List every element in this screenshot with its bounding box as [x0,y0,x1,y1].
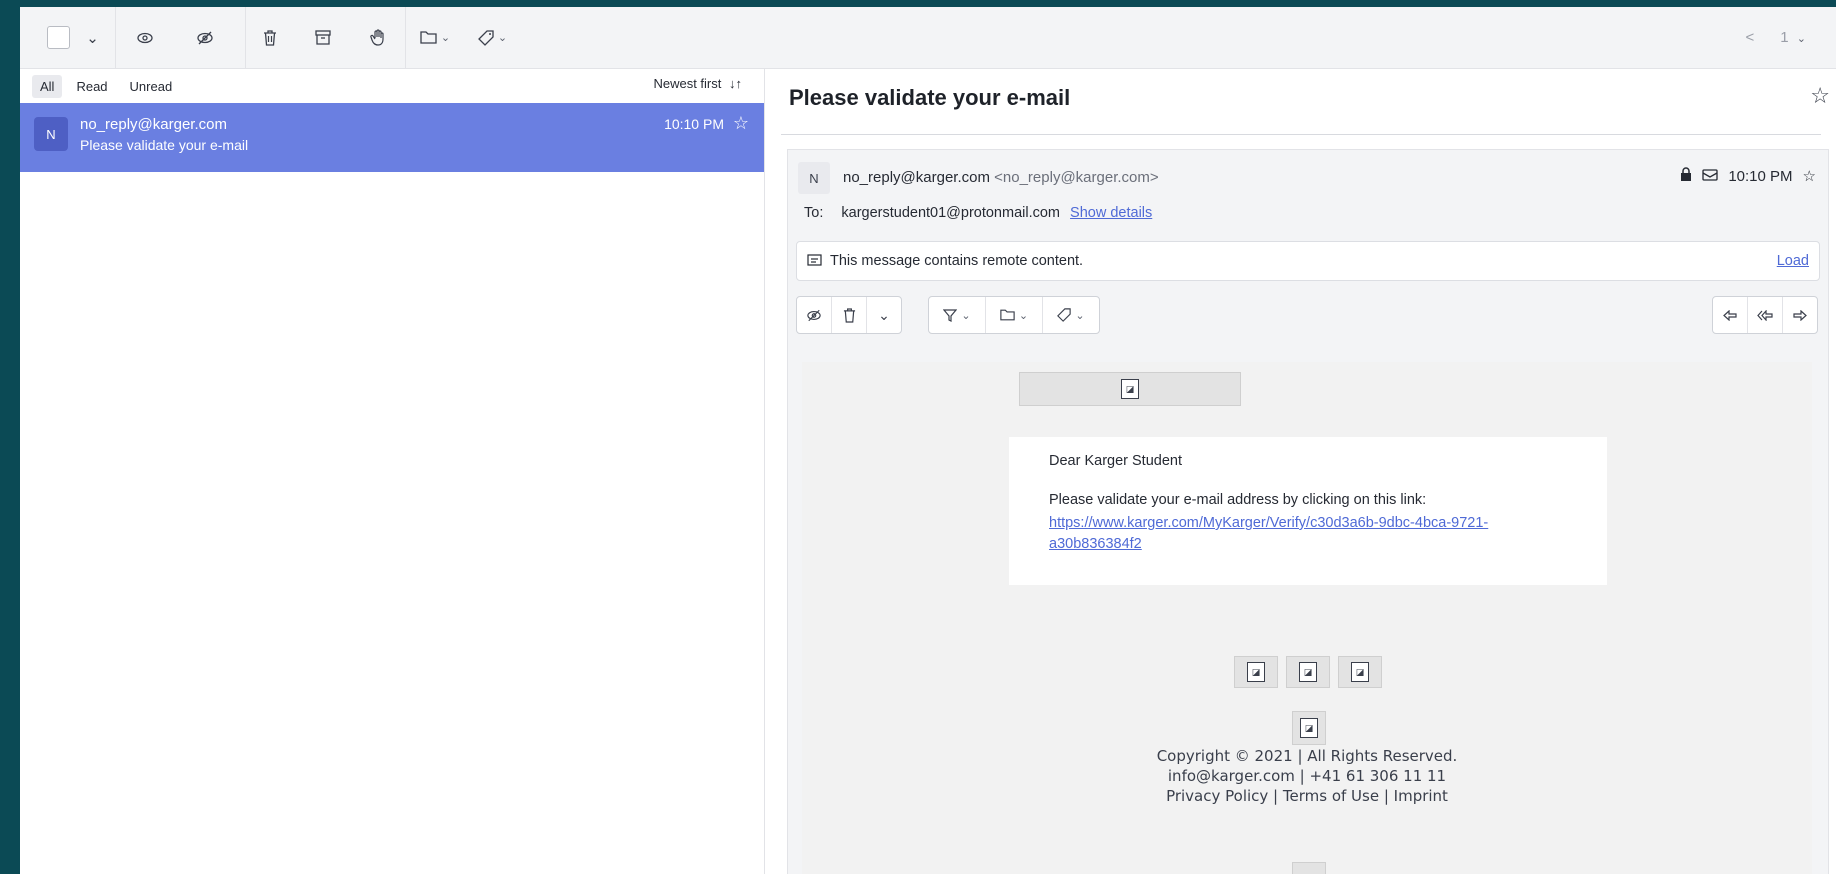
move-group [245,7,406,68]
envelope-icon [1702,168,1718,185]
to-label: To: [804,205,824,221]
avatar[interactable]: N [34,117,68,151]
header-image-placeholder: ◪ [1019,372,1241,406]
action-group-read: ⌄ [796,296,902,334]
trash-icon[interactable] [245,7,295,68]
verify-link[interactable]: https://www.karger.com/MyKarger/Verify/c… [1049,513,1549,555]
previous-page-icon[interactable]: < [1746,29,1755,46]
recipient-line: To: kargerstudent01@protonmail.com Show … [804,205,1152,221]
list-filters: All Read Unread [20,69,764,103]
filter-all[interactable]: All [32,74,63,98]
item-sender: no_reply@karger.com [80,116,227,133]
chevron-down-icon[interactable]: ⌄ [76,7,109,68]
message-body: ◪ Dear Karger Student Please validate yo… [802,362,1812,874]
show-details-link[interactable]: Show details [1070,205,1152,221]
message-subject: Please validate your e-mail [789,85,1071,110]
trash-icon[interactable] [832,297,867,333]
broken-image-icon: ◪ [1292,711,1326,745]
message-list-pane: All Read Unread Newest first ↓↑ N no_rep… [20,69,765,874]
sender-line[interactable]: no_reply@karger.com <no_reply@karger.com… [843,169,1159,186]
chevron-down-icon[interactable]: ⌄ [867,297,901,333]
star-icon[interactable]: ☆ [733,113,749,134]
pagination: < 1 ⌄ [1746,7,1807,68]
sender-avatar: N [798,162,830,194]
sender-name: no_reply@karger.com [843,169,990,186]
star-icon[interactable]: ☆ [1810,83,1830,109]
item-subject: Please validate your e-mail [80,137,249,153]
sort-label: Newest first [653,76,722,91]
tag-icon[interactable]: ⌄ [465,7,520,68]
action-group-reply [1712,296,1818,334]
folder-icon[interactable]: ⌄ [405,7,465,68]
load-remote-content-link[interactable]: Load [1777,253,1809,269]
item-time: 10:10 PM [664,116,724,132]
eye-slash-icon[interactable] [797,297,832,333]
greeting: Dear Karger Student [1049,453,1182,469]
broken-image-icon[interactable]: ◪ [1286,656,1330,688]
message-meta: 10:10 PM ☆ [1680,167,1816,185]
eye-slash-icon[interactable] [175,7,235,68]
footer-contact: info@karger.com | +41 61 306 11 11 [1167,767,1447,785]
email-footer: Copyright © 2021 | All Rights Reserved. … [1102,746,1512,806]
action-group-organize: ⌄ ⌄ ⌄ [928,296,1100,334]
folder-icon[interactable]: ⌄ [986,297,1043,333]
message-container: N no_reply@karger.com <no_reply@karger.c… [787,149,1829,874]
image-icon [807,253,822,269]
filter-read[interactable]: Read [68,75,115,98]
reply-all-icon[interactable] [1748,297,1783,333]
page-selector[interactable]: 1 ⌄ [1780,29,1806,46]
forward-icon[interactable] [1783,297,1817,333]
message-time: 10:10 PM [1728,167,1793,185]
star-icon[interactable]: ☆ [1803,167,1816,185]
mail-app: ⌄ ⌄ ⌄ < 1 ⌄ All Read Unread Newest first… [20,7,1836,874]
recipient-address[interactable]: kargerstudent01@protonmail.com [841,205,1060,221]
archive-icon[interactable] [295,7,350,68]
reading-pane: Please validate your e-mail ☆ N no_reply… [765,69,1836,874]
broken-image-icon[interactable]: ◪ [1234,656,1278,688]
filter-icon[interactable]: ⌄ [929,297,986,333]
broken-image-icon[interactable]: ◪ [1338,656,1382,688]
sort-icon: ↓↑ [729,76,742,91]
hand-icon[interactable] [350,7,405,68]
remote-content-notice: This message contains remote content. [830,253,1084,269]
read-group [115,7,246,68]
select-all-checkbox[interactable] [20,7,76,68]
divider [781,134,1821,135]
list-item[interactable]: N no_reply@karger.com Please validate yo… [20,103,764,172]
footer-copyright: Copyright © 2021 | All Rights Reserved. [1156,747,1458,765]
broken-image-icon: ◪ [1121,379,1139,399]
select-group: ⌄ [20,7,116,68]
filter-unread[interactable]: Unread [122,75,181,98]
footer-links[interactable]: Privacy Policy | Terms of Use | Imprint [1102,786,1512,806]
remote-content-banner: This message contains remote content. Lo… [796,241,1820,281]
eye-icon[interactable] [115,7,175,68]
message-actions: ⌄ ⌄ ⌄ ⌄ [796,296,1818,338]
broken-image-icon [1292,862,1326,874]
instruction: Please validate your e-mail address by c… [1049,492,1427,508]
lock-icon[interactable] [1680,167,1692,185]
social-icons: ◪ ◪ ◪ [1234,656,1382,688]
sort-button[interactable]: Newest first ↓↑ [653,76,742,91]
message-card: Dear Karger Student Please validate your… [1009,437,1607,585]
label-group: ⌄ ⌄ [405,7,525,68]
reply-icon[interactable] [1713,297,1748,333]
tag-icon[interactable]: ⌄ [1043,297,1099,333]
toolbar: ⌄ ⌄ ⌄ < 1 ⌄ [20,7,1836,69]
sender-address: <no_reply@karger.com> [994,169,1159,186]
